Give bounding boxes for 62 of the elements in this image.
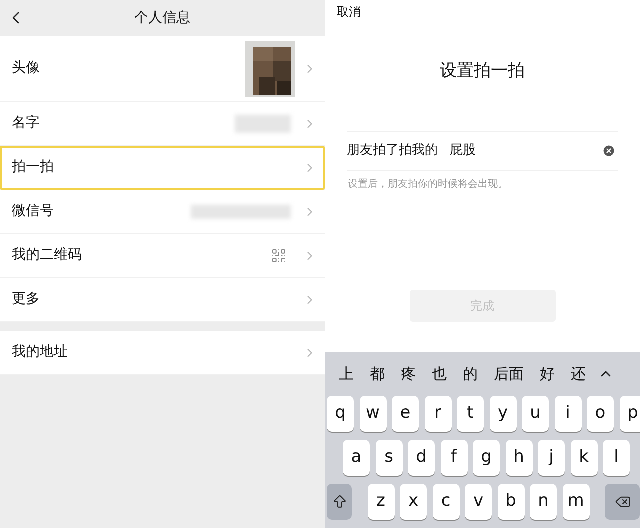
qr-code-icon bbox=[271, 248, 287, 264]
keyboard-key[interactable]: x bbox=[400, 484, 427, 520]
clear-icon[interactable] bbox=[602, 144, 616, 158]
keyboard-key[interactable]: z bbox=[368, 484, 394, 520]
settings-row[interactable]: 名字 bbox=[0, 102, 325, 146]
candidate-word[interactable]: 上 bbox=[335, 362, 358, 386]
shift-key[interactable] bbox=[327, 484, 352, 520]
settings-row[interactable]: 拍一拍 bbox=[0, 146, 325, 190]
keyboard-key[interactable]: t bbox=[457, 396, 484, 432]
shift-icon bbox=[332, 494, 348, 510]
keyboard-key[interactable]: e bbox=[392, 396, 419, 432]
candidate-word[interactable]: 还 bbox=[567, 362, 590, 386]
keyboard-key[interactable]: i bbox=[554, 396, 582, 432]
candidate-word[interactable]: 都 bbox=[366, 362, 389, 386]
keyboard-key[interactable]: f bbox=[440, 440, 468, 476]
dialog-title: 设置拍一拍 bbox=[440, 60, 525, 84]
row-label: 头像 bbox=[12, 59, 41, 78]
keyboard-key[interactable]: u bbox=[522, 396, 549, 432]
keyboard-key[interactable]: k bbox=[570, 440, 598, 476]
pat-text-field[interactable]: 朋友拍了拍我的 屁股 bbox=[347, 130, 618, 171]
row-label: 拍一拍 bbox=[12, 158, 55, 177]
cancel-link[interactable]: 取消 bbox=[337, 2, 361, 21]
row-label: 我的二维码 bbox=[12, 246, 83, 265]
hint-text: 设置后，朋友拍你的时候将会出现。 bbox=[348, 178, 509, 192]
keyboard-key[interactable]: q bbox=[327, 396, 354, 432]
header-title: 个人信息 bbox=[134, 8, 190, 28]
keyboard-key[interactable]: l bbox=[603, 440, 630, 476]
keyboard-key[interactable]: n bbox=[530, 484, 557, 520]
settings-row[interactable]: 更多 bbox=[0, 278, 325, 322]
candidate-word[interactable]: 的 bbox=[459, 362, 482, 386]
keyboard-key[interactable]: v bbox=[465, 484, 492, 520]
field-value: 屁股 bbox=[450, 142, 477, 160]
settings-row[interactable]: 我的地址 bbox=[0, 331, 325, 375]
row-label: 名字 bbox=[12, 114, 41, 133]
keyboard-key[interactable]: d bbox=[408, 440, 435, 476]
candidate-word[interactable]: 好 bbox=[536, 362, 559, 386]
keyboard-key[interactable]: r bbox=[424, 396, 452, 432]
delete-key[interactable] bbox=[605, 484, 640, 520]
keyboard-key[interactable]: o bbox=[587, 396, 614, 432]
keyboard-key[interactable]: p bbox=[620, 396, 640, 432]
keyboard-key[interactable]: c bbox=[432, 484, 460, 520]
keyboard-key[interactable]: s bbox=[376, 440, 402, 476]
keyboard-key[interactable]: g bbox=[473, 440, 500, 476]
blurred-value bbox=[235, 114, 291, 132]
settings-row[interactable]: 我的二维码 bbox=[0, 234, 325, 278]
settings-row[interactable]: 微信号 bbox=[0, 190, 325, 234]
settings-row[interactable]: 头像 bbox=[0, 36, 325, 102]
backspace-icon bbox=[614, 494, 630, 510]
field-prefix: 朋友拍了拍我的 bbox=[347, 142, 438, 160]
keyboard-key[interactable]: w bbox=[360, 396, 386, 432]
candidate-word[interactable]: 疼 bbox=[397, 362, 420, 386]
keyboard-key[interactable]: j bbox=[538, 440, 565, 476]
keyboard-key[interactable]: h bbox=[506, 440, 532, 476]
keyboard-key[interactable]: b bbox=[498, 484, 524, 520]
row-label: 微信号 bbox=[12, 202, 55, 221]
keyboard-key[interactable]: m bbox=[562, 484, 590, 520]
row-label: 我的地址 bbox=[12, 343, 69, 362]
candidate-word[interactable]: 也 bbox=[428, 362, 451, 386]
row-label: 更多 bbox=[12, 290, 41, 309]
keyboard-key[interactable]: y bbox=[490, 396, 516, 432]
candidate-word[interactable]: 后面 bbox=[490, 362, 528, 386]
keyboard-key[interactable]: a bbox=[343, 440, 370, 476]
